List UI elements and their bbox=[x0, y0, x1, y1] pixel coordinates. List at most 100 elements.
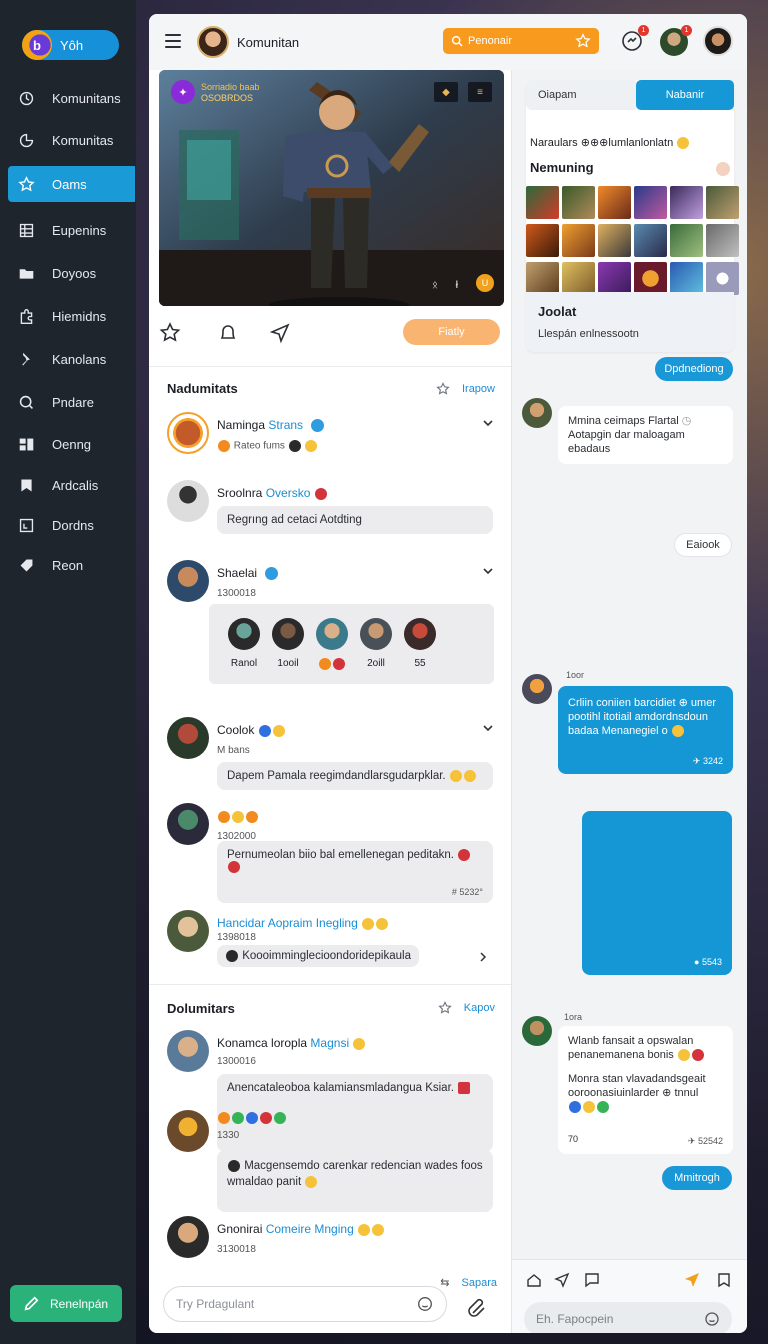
post-author-name: Coolok bbox=[217, 723, 255, 737]
avatar[interactable] bbox=[167, 1110, 209, 1152]
feed-post[interactable]: 1302000 Pernumeolan biio bal emellenegan… bbox=[167, 803, 497, 903]
feed-post[interactable]: 1330 Macgensemdo carenkar redencian wade… bbox=[167, 1110, 497, 1212]
feed-post[interactable]: Hancidar Aopraim Inegling 1398018 Koooim… bbox=[167, 910, 497, 970]
chat-button[interactable]: 1 bbox=[619, 25, 649, 54]
avatar[interactable] bbox=[167, 412, 209, 454]
hero-image[interactable]: ✦ Sorriadio baab OSOBRDOS ◆ ≡ ᛟ ł U bbox=[159, 70, 504, 306]
attach-icon[interactable] bbox=[467, 1297, 489, 1319]
member-item[interactable]: 2oill bbox=[351, 618, 401, 669]
sidebar-item-9[interactable]: Ardcalis bbox=[8, 467, 135, 503]
tab-primary[interactable]: Oiapam bbox=[526, 80, 636, 110]
send-icon[interactable] bbox=[269, 322, 291, 344]
divider bbox=[149, 984, 511, 985]
brand-pill[interactable]: b Yôh bbox=[22, 30, 119, 60]
section-link[interactable]: Irapow bbox=[436, 382, 495, 396]
member-item[interactable]: 1ooil bbox=[263, 618, 313, 669]
chevron-down-icon[interactable] bbox=[483, 566, 493, 576]
member-item[interactable]: 55 bbox=[395, 618, 445, 669]
avatar[interactable] bbox=[522, 398, 552, 428]
hero-label: Sorriadio baab OSOBRDOS bbox=[201, 82, 260, 104]
sidebar-item-4[interactable]: Doyoos bbox=[8, 255, 135, 291]
media-thumbnail[interactable] bbox=[634, 262, 667, 295]
bell-icon[interactable] bbox=[217, 322, 239, 344]
paper-plane-icon[interactable] bbox=[684, 1272, 700, 1288]
hero-menu-icon[interactable]: ≡ bbox=[468, 82, 492, 102]
chat-chip[interactable]: Dpdnediong bbox=[655, 357, 733, 381]
member-item[interactable]: Ranol bbox=[219, 618, 269, 669]
footer-link[interactable]: ⇆ Sapara bbox=[440, 1276, 497, 1290]
sidebar-item-11[interactable]: Reon bbox=[8, 547, 135, 583]
feed-post[interactable]: Gnonirai Comeire Mnging 3130018 bbox=[167, 1216, 497, 1260]
sidebar-item-10[interactable]: Dordns bbox=[8, 507, 135, 543]
menu-icon[interactable] bbox=[165, 34, 181, 48]
feed-post[interactable]: Naminga Strans Rateo fums bbox=[167, 412, 497, 462]
media-thumbnail[interactable] bbox=[598, 186, 631, 219]
chat-chip[interactable]: Eaiook bbox=[674, 533, 732, 557]
profile-avatar-button[interactable] bbox=[703, 26, 733, 56]
bookmark-icon[interactable] bbox=[716, 1272, 732, 1288]
media-thumbnail[interactable] bbox=[706, 262, 739, 295]
send-icon[interactable] bbox=[554, 1272, 570, 1288]
feed-post[interactable]: Coolok M bans Dapem Pamala reegimdandlar… bbox=[167, 717, 497, 797]
friend-avatar-button[interactable]: 1 bbox=[660, 25, 692, 56]
avatar[interactable] bbox=[167, 560, 209, 602]
media-thumbnail[interactable] bbox=[562, 262, 595, 295]
media-thumbnail[interactable] bbox=[634, 186, 667, 219]
chevron-right-icon[interactable] bbox=[479, 952, 487, 962]
chat-chip[interactable]: Mmitrogh bbox=[662, 1166, 732, 1190]
media-thumbnail[interactable] bbox=[670, 224, 703, 257]
avatar[interactable] bbox=[522, 1016, 552, 1046]
comment-icon[interactable] bbox=[584, 1272, 600, 1288]
section-link[interactable]: Kapov bbox=[438, 1001, 495, 1015]
sidebar-item-label: Hiemidns bbox=[52, 308, 107, 324]
sidebar-item-label: Eupenins bbox=[52, 222, 107, 238]
feed-post[interactable]: Sroolnra Oversko Regrıng ad cetaci Aotdt… bbox=[167, 480, 497, 540]
tab-secondary[interactable]: Nabanir bbox=[636, 80, 734, 110]
sidebar-item-8[interactable]: Oenng bbox=[8, 426, 135, 462]
star-icon[interactable] bbox=[575, 33, 591, 49]
chevron-down-icon[interactable] bbox=[483, 723, 493, 733]
media-thumbnail[interactable] bbox=[706, 224, 739, 257]
comment-input[interactable]: Try Prdagulant bbox=[163, 1286, 447, 1322]
coin-icon[interactable]: U bbox=[476, 274, 494, 292]
avatar[interactable] bbox=[197, 26, 229, 58]
emoji-picker-icon[interactable] bbox=[416, 1295, 434, 1313]
reply-button[interactable]: Fiatly bbox=[403, 319, 500, 345]
sidebar-item-0[interactable]: Komunitans bbox=[8, 80, 135, 116]
avatar[interactable] bbox=[167, 1216, 209, 1258]
avatar[interactable] bbox=[522, 674, 552, 704]
message-line-text: Mmina ceimaps Flartal bbox=[568, 415, 679, 427]
chevron-down-icon[interactable] bbox=[483, 418, 493, 428]
sidebar-item-2[interactable]: Oams bbox=[8, 166, 135, 202]
search-input[interactable]: Penonair bbox=[443, 28, 599, 54]
hero-control-icon[interactable]: ◆ bbox=[434, 82, 458, 102]
sidebar-item-5[interactable]: Hiemidns bbox=[8, 298, 135, 334]
media-thumbnail[interactable] bbox=[598, 224, 631, 257]
sidebar-item-3[interactable]: Eupenins bbox=[8, 212, 135, 248]
avatar[interactable] bbox=[167, 480, 209, 522]
media-thumbnail[interactable] bbox=[598, 262, 631, 295]
media-thumbnail[interactable] bbox=[634, 224, 667, 257]
avatar[interactable] bbox=[167, 1030, 209, 1072]
sidebar-item-7[interactable]: Pndare bbox=[8, 384, 135, 420]
media-thumbnail[interactable] bbox=[526, 224, 559, 257]
media-thumbnail[interactable] bbox=[562, 224, 595, 257]
media-thumbnail[interactable] bbox=[706, 186, 739, 219]
media-thumbnail[interactable] bbox=[670, 262, 703, 295]
media-thumbnail[interactable] bbox=[526, 186, 559, 219]
emoji-icon bbox=[218, 1111, 230, 1124]
home-icon[interactable] bbox=[526, 1272, 542, 1288]
media-thumbnail[interactable] bbox=[562, 186, 595, 219]
avatar[interactable] bbox=[167, 803, 209, 845]
member-item[interactable] bbox=[307, 618, 357, 670]
star-icon[interactable] bbox=[159, 322, 181, 344]
media-thumbnail[interactable] bbox=[526, 262, 559, 295]
avatar[interactable] bbox=[167, 717, 209, 759]
avatar[interactable] bbox=[167, 910, 209, 952]
compose-button[interactable]: Renelnpán bbox=[10, 1285, 122, 1322]
emoji-picker-icon[interactable] bbox=[704, 1311, 720, 1327]
chat-input[interactable]: Eh. Fapocpein bbox=[524, 1302, 732, 1333]
sidebar-item-6[interactable]: Kanolans bbox=[8, 341, 135, 377]
sidebar-item-1[interactable]: Komunitas bbox=[8, 122, 135, 158]
media-thumbnail[interactable] bbox=[670, 186, 703, 219]
